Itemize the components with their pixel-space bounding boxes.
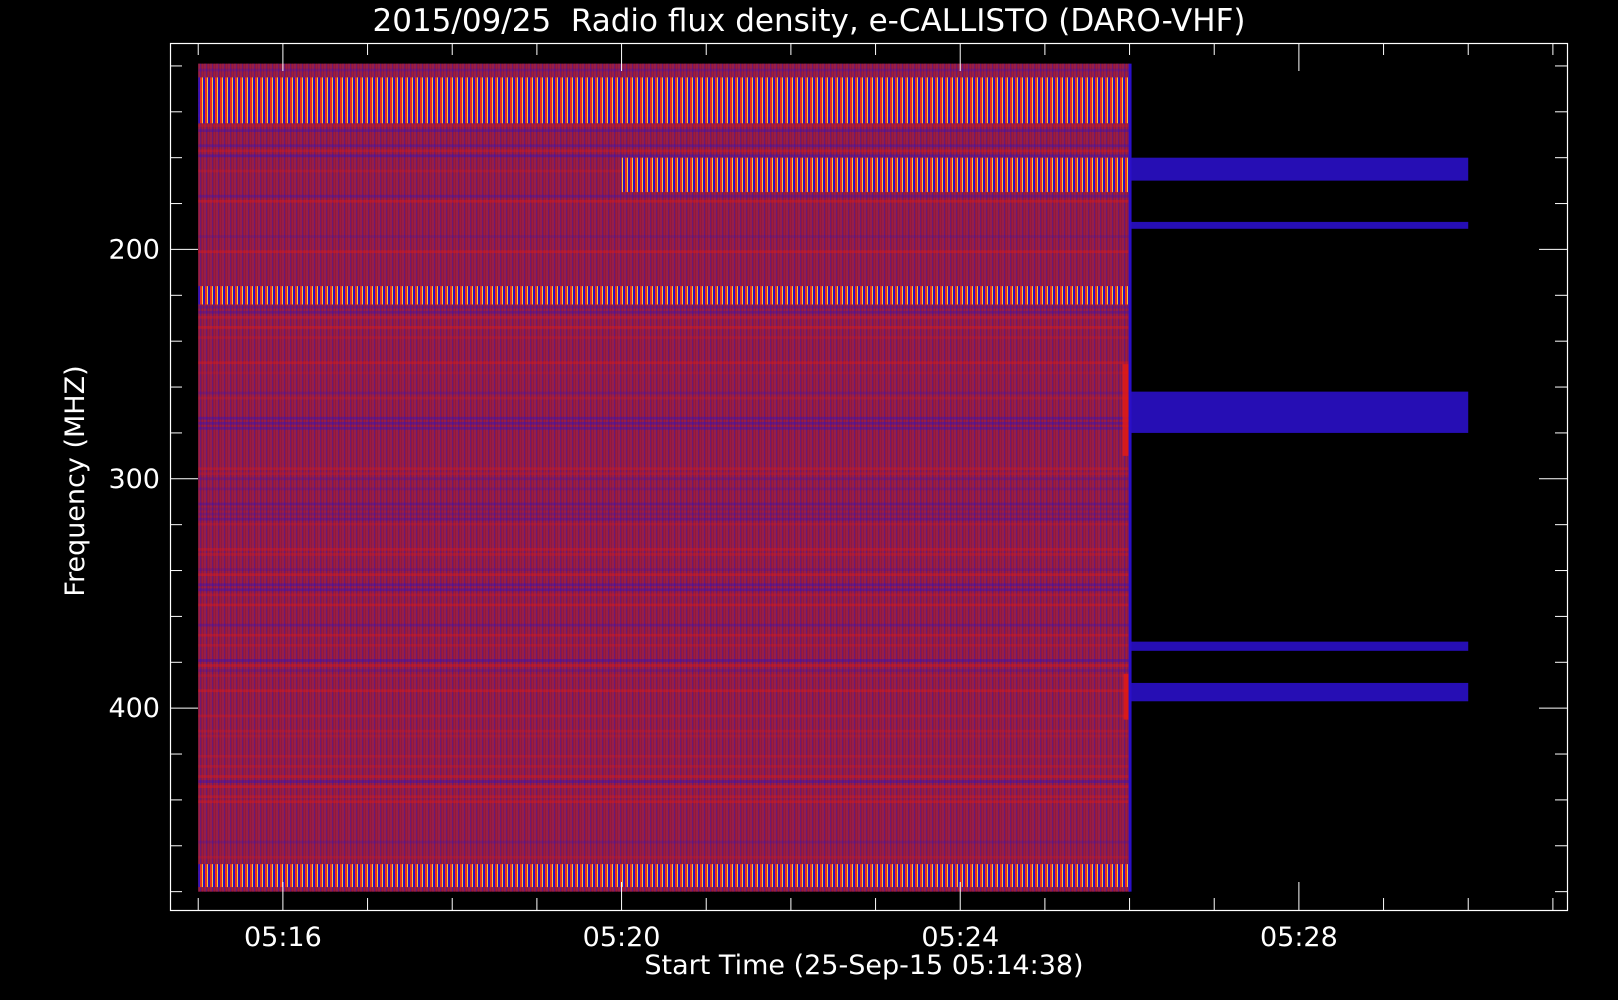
noise-band [198,568,1130,571]
y-axis-label: Frequency (MHZ) [60,365,91,596]
noise-band [198,517,1130,521]
noise-band [198,593,1130,597]
cutoff-edge [1122,364,1129,456]
noise-band [198,199,1130,203]
noise-band [198,785,1130,788]
noise-band [198,780,1130,783]
noise-band [198,315,1130,319]
interference-band [198,286,1130,305]
noise-band [198,124,1130,127]
interference-band [198,77,1130,124]
noise-band [198,361,1130,365]
noise-band [198,734,1130,738]
heatmap-area [198,63,1469,892]
noise-band [198,840,1130,844]
noise-band [198,643,1130,647]
noise-band [198,714,1130,718]
post-cutoff-band [1129,221,1469,229]
noise-band [198,689,1130,693]
noise-band [198,396,1130,400]
noise-band [198,310,1130,314]
noise-band [198,68,1130,72]
interference-band [621,157,1130,193]
x-axis-label: Start Time (25-Sep-15 05:14:38) [644,950,1083,981]
cutoff-line [1128,63,1132,892]
noise-band [198,477,1130,481]
noise-band [198,633,1130,637]
noise-band [198,659,1130,662]
x-tick-label: 05:16 [244,922,322,953]
noise-band [198,250,1130,254]
cutoff-edge [1123,673,1129,720]
noise-band [198,371,1130,375]
noise-band [198,573,1130,577]
x-tick-label: 05:28 [1260,922,1338,953]
noise-band [198,391,1130,395]
noise-band [198,522,1130,526]
noise-band [198,754,1130,758]
noise-band [198,583,1130,587]
noise-band [198,154,1130,158]
noise-band [198,775,1130,778]
post-cutoff-band [1129,641,1469,651]
noise-band [198,467,1130,471]
noise-band [198,129,1130,132]
y-tick-label: 400 [108,693,160,724]
y-tick-label: 300 [108,464,160,495]
noise-band [198,729,1130,733]
x-tick-label: 05:20 [583,922,661,953]
interference-band [198,864,1130,888]
noise-band [198,553,1130,556]
noise-band [198,426,1130,430]
noise-band [198,800,1130,804]
y-tick-label: 200 [108,234,160,265]
post-cutoff-band [1129,682,1469,702]
noise-band [198,487,1130,491]
noise-band [198,194,1130,198]
noise-band [198,548,1130,551]
noise-band [198,512,1130,516]
noise-band [198,623,1130,627]
noise-band [198,421,1130,425]
noise-band [198,765,1130,768]
spectrogram-chart: 2015/09/25 Radio flux density, e-CALLIST… [60,3,1569,981]
noise-band [198,472,1130,476]
chart-title: 2015/09/25 Radio flux density, e-CALLIST… [373,3,1246,39]
noise-band [198,305,1130,309]
noise-band [198,603,1130,607]
noise-band [198,669,1130,672]
post-cutoff-band [1129,391,1469,433]
noise-band [198,588,1130,592]
noise-band [198,144,1130,148]
noise-band [198,235,1130,238]
x-tick-label: 05:24 [921,922,999,953]
noise-band [198,855,1130,859]
noise-band [198,795,1130,799]
noise-band [198,502,1130,506]
noise-band [198,674,1130,677]
noise-band [198,664,1130,667]
noise-band [198,149,1130,153]
noise-band [198,336,1130,339]
noise-band [198,416,1130,420]
post-cutoff-band [1129,157,1469,181]
noise-band [198,507,1130,511]
noise-band [198,326,1130,329]
